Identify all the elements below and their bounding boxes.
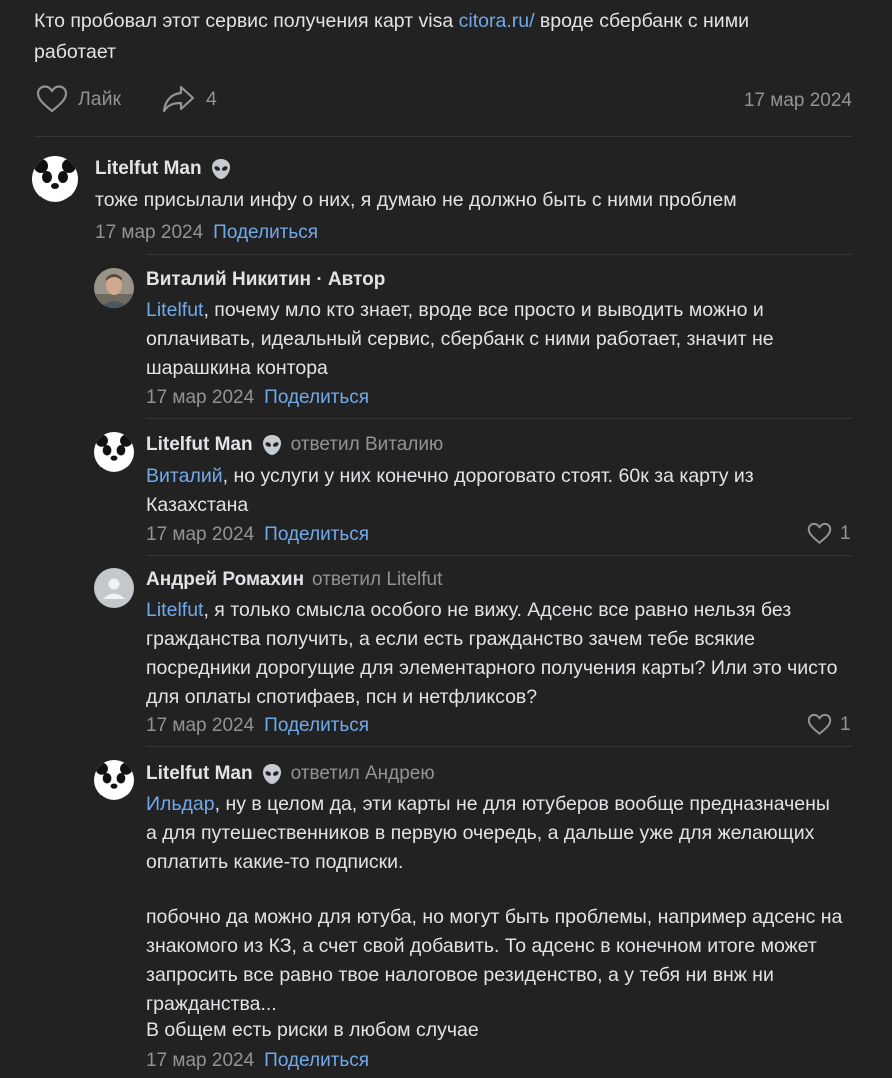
mention-link[interactable]: Litelfut	[146, 599, 203, 621]
comment-author-line: Андрей Ромахин ответил Litelfut	[146, 569, 442, 591]
comment-like-button[interactable]: 1	[807, 522, 851, 545]
comment-text: Litelfut, почему мло кто знает, вроде вс…	[146, 296, 846, 383]
alien-emoji-icon	[211, 159, 230, 179]
comment-text-paragraph: В общем есть риски в любом случае	[146, 1019, 479, 1041]
post-actions: Лайк 4 17 мар 2024	[34, 84, 852, 118]
reply-to[interactable]: ответил Виталию	[291, 434, 444, 456]
comment-date: 17 мар 2024	[95, 222, 204, 243]
mention-link[interactable]: Виталий	[146, 465, 223, 487]
panda-avatar-icon	[94, 432, 134, 472]
comment-body: , но услуги у них конечно дороговато сто…	[146, 465, 754, 516]
comment-text: тоже присылали инфу о них, я думаю не до…	[95, 189, 737, 211]
comment-date: 17 мар 2024	[146, 387, 255, 408]
mention-link[interactable]: Litelfut	[146, 299, 203, 321]
comment-body: , ну в целом да, эти карты не для ютубер…	[146, 793, 830, 873]
comment-text: Виталий, но услуги у них конечно дорогов…	[146, 462, 836, 520]
reply-to[interactable]: ответил Андрею	[291, 763, 435, 785]
post-text-before: Кто пробовал этот сервис получения карт …	[34, 10, 459, 32]
comment-date: 17 мар 2024	[146, 1050, 255, 1071]
divider	[146, 555, 852, 556]
share-link[interactable]: Поделиться	[264, 387, 369, 408]
heart-icon	[807, 713, 832, 735]
avatar[interactable]	[94, 760, 134, 800]
avatar[interactable]	[94, 568, 134, 608]
comment-meta: 17 мар 2024 Поделиться	[146, 715, 369, 737]
share-arrow-icon	[162, 85, 195, 113]
share-button[interactable]: 4	[162, 84, 217, 114]
comment-text-paragraph: побочно да можно для ютуба, но могут быт…	[146, 906, 843, 1015]
like-label: Лайк	[78, 87, 122, 110]
reply-to[interactable]: ответил Litelfut	[312, 569, 442, 591]
comment-author-line: Виталий Никитин · Автор	[146, 269, 385, 291]
comment-date: 17 мар 2024	[146, 524, 255, 545]
alien-emoji-icon	[262, 435, 281, 455]
comment-author[interactable]: Андрей Ромахин	[146, 569, 304, 591]
comment-like-count: 1	[840, 713, 851, 735]
comment-meta: 17 мар 2024 Поделиться	[146, 524, 369, 546]
panda-avatar-icon	[94, 760, 134, 800]
alien-emoji-icon	[262, 764, 281, 784]
comment-meta: 17 мар 2024 Поделиться	[146, 387, 369, 409]
comment-like-count: 1	[840, 522, 851, 544]
comment-text: Ильдар, ну в целом да, эти карты не для …	[146, 790, 846, 877]
like-button[interactable]: Лайк	[36, 84, 121, 114]
comment-author-line: Litelfut Man	[95, 158, 232, 180]
avatar[interactable]	[32, 156, 78, 202]
avatar[interactable]	[94, 268, 134, 308]
share-count: 4	[206, 87, 217, 110]
comment-date: 17 мар 2024	[146, 715, 255, 736]
comment-author[interactable]: Litelfut Man	[95, 158, 202, 180]
mention-link[interactable]: Ильдар	[146, 793, 215, 815]
comment-author[interactable]: Litelfut Man	[146, 763, 253, 785]
share-link[interactable]: Поделиться	[264, 1050, 369, 1071]
divider	[34, 136, 852, 137]
avatar[interactable]	[94, 432, 134, 472]
comment-text: Litelfut, я только смысла особого не виж…	[146, 596, 856, 712]
divider	[146, 418, 852, 419]
user-silhouette-icon	[94, 568, 134, 608]
divider	[146, 254, 852, 255]
share-link[interactable]: Поделиться	[264, 715, 369, 736]
comment-meta: 17 мар 2024 Поделиться	[95, 222, 318, 244]
post-link[interactable]: citora.ru/	[459, 10, 535, 32]
comment-body: , почему мло кто знает, вроде все просто…	[146, 299, 774, 379]
heart-icon	[36, 85, 68, 113]
comment-author[interactable]: Виталий Никитин · Автор	[146, 269, 385, 291]
comment-author-line: Litelfut Man ответил Андрею	[146, 763, 435, 785]
heart-icon	[807, 522, 832, 544]
comment-author[interactable]: Litelfut Man	[146, 434, 253, 456]
share-link[interactable]: Поделиться	[264, 524, 369, 545]
user-photo-icon	[94, 268, 134, 308]
post-text: Кто пробовал этот сервис получения карт …	[34, 6, 834, 68]
post-date: 17 мар 2024	[743, 90, 852, 111]
divider	[146, 746, 852, 747]
comment-like-button[interactable]: 1	[807, 713, 851, 736]
comment-body: , я только смысла особого не вижу. Адсен…	[146, 599, 838, 708]
comment-author-line: Litelfut Man ответил Виталию	[146, 434, 443, 456]
panda-avatar-icon	[32, 156, 78, 202]
share-link[interactable]: Поделиться	[213, 222, 318, 243]
comment-meta: 17 мар 2024 Поделиться	[146, 1050, 369, 1072]
